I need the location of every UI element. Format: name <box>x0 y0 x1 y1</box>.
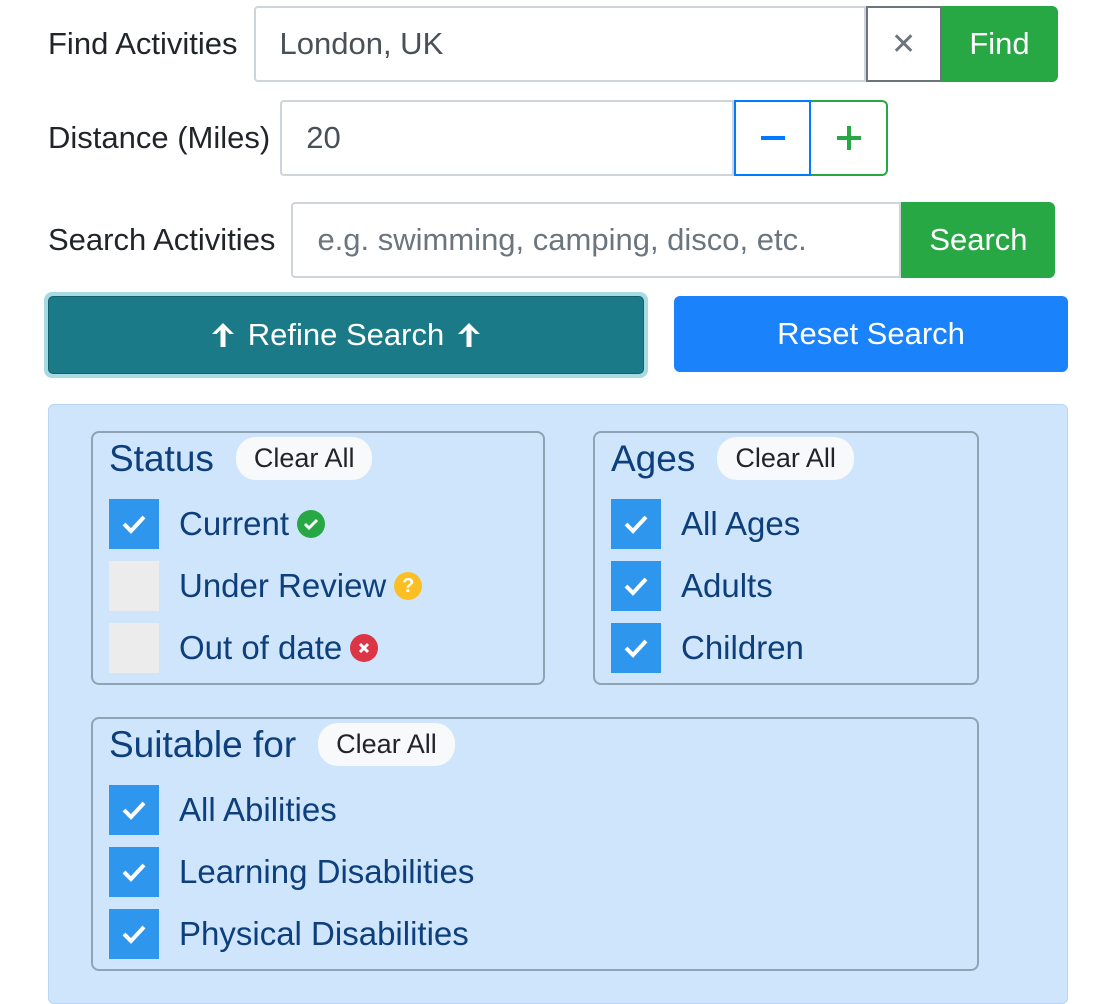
close-icon: ✕ <box>890 27 917 61</box>
ages-option-all-ages[interactable]: All Ages <box>611 499 800 549</box>
refine-search-label: Refine Search <box>247 317 445 352</box>
suitable-option-all-abilities[interactable]: All Abilities <box>109 785 337 835</box>
suitable-title: Suitable for <box>109 723 297 765</box>
check-icon <box>122 925 146 944</box>
check-icon <box>122 515 146 534</box>
status-option-current[interactable]: Current <box>109 499 326 549</box>
location-row: Find Activities London, UK ✕ Find <box>48 6 1058 82</box>
ages-clear-all-button[interactable]: Clear All <box>717 437 854 480</box>
suitable-option-learning-disabilities[interactable]: Learning Disabilities <box>109 847 474 897</box>
ages-option-children[interactable]: Children <box>611 623 804 673</box>
clear-location-button[interactable]: ✕ <box>865 6 942 82</box>
minus-icon <box>760 136 785 140</box>
checkbox[interactable] <box>611 499 661 549</box>
suitable-clear-all-button[interactable]: Clear All <box>318 723 455 766</box>
search-label: Search Activities <box>48 222 276 257</box>
status-option-out-of-date[interactable]: Out of date <box>109 623 379 673</box>
arrow-up-icon <box>211 323 234 347</box>
status-option-under-review[interactable]: Under Review ? <box>109 561 423 611</box>
distance-row: Distance (Miles) 20 <box>48 100 889 176</box>
option-label: Learning Disabilities <box>179 853 475 890</box>
option-label: Current <box>179 505 290 542</box>
option-label: Out of date <box>179 629 343 666</box>
ages-title: Ages <box>611 437 696 479</box>
increase-distance-button[interactable] <box>811 100 889 176</box>
decrease-distance-button[interactable] <box>734 100 812 176</box>
reset-search-button[interactable]: Reset Search <box>674 296 1068 372</box>
checkbox[interactable] <box>611 623 661 673</box>
filter-panel: Status Clear All Current Under Review ? <box>48 404 1068 1004</box>
times-circle-icon <box>350 634 379 662</box>
distance-input[interactable]: 20 <box>280 100 735 176</box>
suitable-option-physical-disabilities[interactable]: Physical Disabilities <box>109 909 469 959</box>
option-label: Under Review <box>179 567 387 604</box>
ages-filter-group: Ages Clear All All Ages Adults Children <box>593 431 979 685</box>
status-clear-all-button[interactable]: Clear All <box>235 437 373 480</box>
check-circle-icon <box>297 510 326 538</box>
arrow-up-icon <box>458 323 481 347</box>
checkbox[interactable] <box>109 561 159 611</box>
option-label: All Ages <box>681 505 801 542</box>
location-input[interactable]: London, UK <box>253 6 866 82</box>
refine-search-button-body: Refine Search <box>48 296 644 374</box>
checkbox[interactable] <box>109 909 159 959</box>
check-icon <box>624 577 648 596</box>
check-icon <box>122 801 146 820</box>
checkbox[interactable] <box>109 499 159 549</box>
option-label: Adults <box>681 567 773 604</box>
refine-search-button[interactable]: Refine Search <box>44 292 648 378</box>
status-filter-group: Status Clear All Current Under Review ? <box>91 431 545 685</box>
check-icon <box>624 639 648 658</box>
ages-option-adults[interactable]: Adults <box>611 561 773 611</box>
checkbox[interactable] <box>611 561 661 611</box>
checkbox[interactable] <box>109 847 159 897</box>
check-icon <box>122 863 146 882</box>
search-button[interactable]: Search <box>901 202 1056 278</box>
option-label: All Abilities <box>179 791 337 828</box>
plus-icon <box>836 126 861 150</box>
option-label: Children <box>681 629 804 666</box>
question-circle-icon: ? <box>394 572 423 600</box>
checkbox[interactable] <box>109 623 159 673</box>
check-icon <box>624 515 648 534</box>
status-title: Status <box>109 437 214 479</box>
distance-label: Distance (Miles) <box>48 120 271 155</box>
option-label: Physical Disabilities <box>179 915 469 952</box>
find-button[interactable]: Find <box>941 6 1058 82</box>
location-label: Find Activities <box>48 26 238 61</box>
search-input[interactable]: e.g. swimming, camping, disco, etc. <box>291 202 902 278</box>
suitable-filter-group: Suitable for Clear All All Abilities Lea… <box>91 717 979 971</box>
search-row: Search Activities e.g. swimming, camping… <box>48 202 1056 278</box>
checkbox[interactable] <box>109 785 159 835</box>
